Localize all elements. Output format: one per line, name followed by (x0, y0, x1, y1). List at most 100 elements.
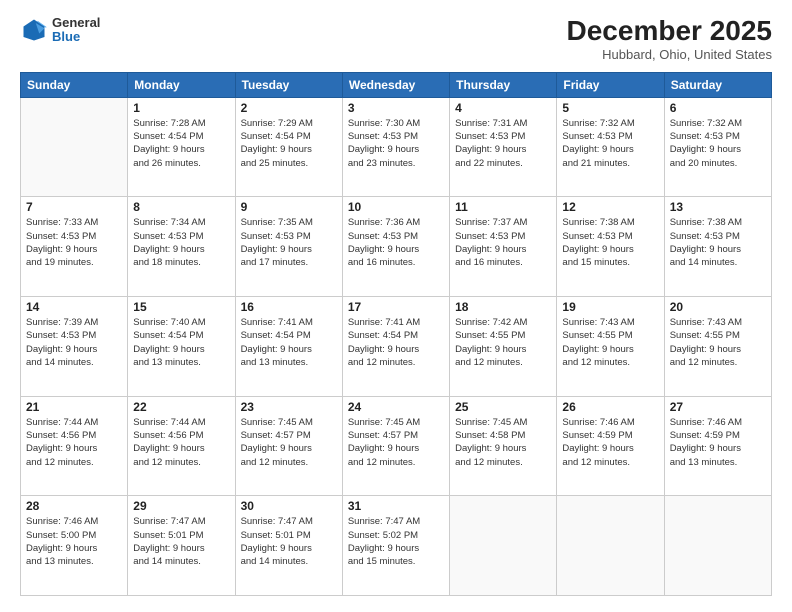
day-info: Sunrise: 7:34 AM Sunset: 4:53 PM Dayligh… (133, 216, 229, 269)
day-info: Sunrise: 7:38 AM Sunset: 4:53 PM Dayligh… (670, 216, 766, 269)
day-number: 12 (562, 200, 658, 214)
day-info: Sunrise: 7:46 AM Sunset: 5:00 PM Dayligh… (26, 515, 122, 568)
day-info: Sunrise: 7:44 AM Sunset: 4:56 PM Dayligh… (133, 416, 229, 469)
day-info: Sunrise: 7:47 AM Sunset: 5:02 PM Dayligh… (348, 515, 444, 568)
day-cell: 7Sunrise: 7:33 AM Sunset: 4:53 PM Daylig… (21, 197, 128, 297)
logo-icon (20, 16, 48, 44)
day-info: Sunrise: 7:33 AM Sunset: 4:53 PM Dayligh… (26, 216, 122, 269)
day-number: 1 (133, 101, 229, 115)
logo-blue: Blue (52, 30, 100, 44)
day-cell: 8 Sunrise: 7:34 AM Sunset: 4:53 PM Daylig… (128, 197, 235, 297)
day-info: Sunrise: 7:45 AM Sunset: 4:58 PM Dayligh… (455, 416, 551, 469)
header: General Blue December 2025 Hubbard, Ohio… (20, 16, 772, 62)
day-info: Sunrise: 7:41 AM Sunset: 4:54 PM Dayligh… (348, 316, 444, 369)
day-number: 15 (133, 300, 229, 314)
day-info: Sunrise: 7:43 AM Sunset: 4:55 PM Dayligh… (562, 316, 658, 369)
weekday-thursday: Thursday (450, 72, 557, 97)
day-cell: 29 Sunrise: 7:47 AM Sunset: 5:01 PM Dayli… (128, 496, 235, 596)
day-number: 9 (241, 200, 337, 214)
day-cell: 18 Sunrise: 7:42 AM Sunset: 4:55 PM Dayli… (450, 297, 557, 397)
day-cell: 30 Sunrise: 7:47 AM Sunset: 5:01 PM Dayli… (235, 496, 342, 596)
day-number: 14 (26, 300, 122, 314)
day-cell: 23 Sunrise: 7:45 AM Sunset: 4:57 PM Dayli… (235, 396, 342, 496)
day-cell: 3Sunrise: 7:30 AM Sunset: 4:53 PM Daylig… (342, 97, 449, 197)
day-cell: 12 Sunrise: 7:38 AM Sunset: 4:53 PM Dayli… (557, 197, 664, 297)
day-cell: 6Sunrise: 7:32 AM Sunset: 4:53 PM Daylig… (664, 97, 771, 197)
day-cell: 5Sunrise: 7:32 AM Sunset: 4:53 PM Daylig… (557, 97, 664, 197)
day-cell: 9Sunrise: 7:35 AM Sunset: 4:53 PM Daylig… (235, 197, 342, 297)
day-cell: 16 Sunrise: 7:41 AM Sunset: 4:54 PM Dayli… (235, 297, 342, 397)
day-number: 8 (133, 200, 229, 214)
day-cell: 31 Sunrise: 7:47 AM Sunset: 5:02 PM Dayli… (342, 496, 449, 596)
day-info: Sunrise: 7:41 AM Sunset: 4:54 PM Dayligh… (241, 316, 337, 369)
day-cell: 10Sunrise: 7:36 AM Sunset: 4:53 PM Dayli… (342, 197, 449, 297)
day-number: 22 (133, 400, 229, 414)
day-cell: 19 Sunrise: 7:43 AM Sunset: 4:55 PM Dayli… (557, 297, 664, 397)
day-number: 18 (455, 300, 551, 314)
day-cell: 28 Sunrise: 7:46 AM Sunset: 5:00 PM Dayli… (21, 496, 128, 596)
day-info: Sunrise: 7:47 AM Sunset: 5:01 PM Dayligh… (133, 515, 229, 568)
week-row-3: 14 Sunrise: 7:39 AM Sunset: 4:53 PM Dayli… (21, 297, 772, 397)
day-number: 16 (241, 300, 337, 314)
day-info: Sunrise: 7:39 AM Sunset: 4:53 PM Dayligh… (26, 316, 122, 369)
day-cell: 4Sunrise: 7:31 AM Sunset: 4:53 PM Daylig… (450, 97, 557, 197)
day-number: 28 (26, 499, 122, 513)
day-number: 19 (562, 300, 658, 314)
day-number: 26 (562, 400, 658, 414)
day-number: 20 (670, 300, 766, 314)
day-cell: 22 Sunrise: 7:44 AM Sunset: 4:56 PM Dayli… (128, 396, 235, 496)
day-cell: 15 Sunrise: 7:40 AM Sunset: 4:54 PM Dayli… (128, 297, 235, 397)
day-cell (664, 496, 771, 596)
title-area: December 2025 Hubbard, Ohio, United Stat… (567, 16, 772, 62)
day-info: Sunrise: 7:44 AM Sunset: 4:56 PM Dayligh… (26, 416, 122, 469)
weekday-wednesday: Wednesday (342, 72, 449, 97)
weekday-friday: Friday (557, 72, 664, 97)
day-info: Sunrise: 7:43 AM Sunset: 4:55 PM Dayligh… (670, 316, 766, 369)
day-number: 2 (241, 101, 337, 115)
day-info: Sunrise: 7:45 AM Sunset: 4:57 PM Dayligh… (241, 416, 337, 469)
day-info: Sunrise: 7:29 AM Sunset: 4:54 PM Dayligh… (241, 117, 337, 170)
day-info: Sunrise: 7:28 AM Sunset: 4:54 PM Dayligh… (133, 117, 229, 170)
weekday-sunday: Sunday (21, 72, 128, 97)
day-info: Sunrise: 7:31 AM Sunset: 4:53 PM Dayligh… (455, 117, 551, 170)
day-number: 25 (455, 400, 551, 414)
day-number: 6 (670, 101, 766, 115)
logo: General Blue (20, 16, 100, 45)
day-cell: 1 Sunrise: 7:28 AM Sunset: 4:54 PM Daylig… (128, 97, 235, 197)
day-number: 11 (455, 200, 551, 214)
day-info: Sunrise: 7:36 AM Sunset: 4:53 PM Dayligh… (348, 216, 444, 269)
day-number: 5 (562, 101, 658, 115)
day-info: Sunrise: 7:37 AM Sunset: 4:53 PM Dayligh… (455, 216, 551, 269)
day-cell: 20 Sunrise: 7:43 AM Sunset: 4:55 PM Dayli… (664, 297, 771, 397)
day-number: 27 (670, 400, 766, 414)
day-number: 13 (670, 200, 766, 214)
day-cell: 2 Sunrise: 7:29 AM Sunset: 4:54 PM Daylig… (235, 97, 342, 197)
week-row-5: 28 Sunrise: 7:46 AM Sunset: 5:00 PM Dayli… (21, 496, 772, 596)
day-number: 23 (241, 400, 337, 414)
week-row-2: 7Sunrise: 7:33 AM Sunset: 4:53 PM Daylig… (21, 197, 772, 297)
weekday-header-row: SundayMondayTuesdayWednesdayThursdayFrid… (21, 72, 772, 97)
logo-text: General Blue (52, 16, 100, 45)
day-cell: 11 Sunrise: 7:37 AM Sunset: 4:53 PM Dayli… (450, 197, 557, 297)
month-title: December 2025 (567, 16, 772, 47)
day-info: Sunrise: 7:47 AM Sunset: 5:01 PM Dayligh… (241, 515, 337, 568)
day-number: 30 (241, 499, 337, 513)
day-info: Sunrise: 7:42 AM Sunset: 4:55 PM Dayligh… (455, 316, 551, 369)
day-info: Sunrise: 7:46 AM Sunset: 4:59 PM Dayligh… (670, 416, 766, 469)
day-number: 31 (348, 499, 444, 513)
day-cell: 17Sunrise: 7:41 AM Sunset: 4:54 PM Dayli… (342, 297, 449, 397)
day-cell (450, 496, 557, 596)
day-number: 29 (133, 499, 229, 513)
day-cell: 21 Sunrise: 7:44 AM Sunset: 4:56 PM Dayli… (21, 396, 128, 496)
day-cell: 27 Sunrise: 7:46 AM Sunset: 4:59 PM Dayli… (664, 396, 771, 496)
day-cell: 24Sunrise: 7:45 AM Sunset: 4:57 PM Dayli… (342, 396, 449, 496)
day-info: Sunrise: 7:40 AM Sunset: 4:54 PM Dayligh… (133, 316, 229, 369)
day-info: Sunrise: 7:46 AM Sunset: 4:59 PM Dayligh… (562, 416, 658, 469)
calendar: SundayMondayTuesdayWednesdayThursdayFrid… (20, 72, 772, 596)
day-info: Sunrise: 7:30 AM Sunset: 4:53 PM Dayligh… (348, 117, 444, 170)
day-info: Sunrise: 7:38 AM Sunset: 4:53 PM Dayligh… (562, 216, 658, 269)
day-cell: 26 Sunrise: 7:46 AM Sunset: 4:59 PM Dayli… (557, 396, 664, 496)
day-cell (21, 97, 128, 197)
day-number: 21 (26, 400, 122, 414)
page: General Blue December 2025 Hubbard, Ohio… (0, 0, 792, 612)
